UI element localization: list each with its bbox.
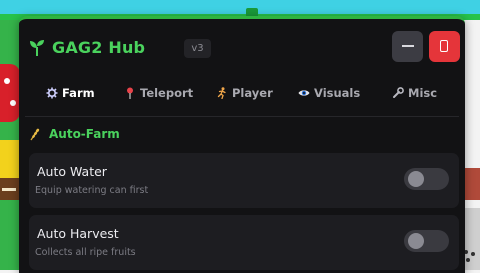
toggle-knob [408,171,424,187]
auto-harvest-toggle[interactable] [404,230,449,252]
hub-window: GAG2 Hub v3 Farm Teleport Player Visuals… [19,16,465,273]
wheat-icon [30,128,40,140]
toggle-knob [408,233,424,249]
minimize-button[interactable] [392,31,423,62]
auto-water-toggle[interactable] [404,168,449,190]
red-object [0,64,20,122]
section-header: Auto-Farm [29,127,120,141]
tab-visuals[interactable]: Visuals [298,77,360,109]
option-label: Auto Harvest [37,226,119,241]
tab-label: Farm [62,86,95,100]
tab-player[interactable]: Player [216,77,273,109]
section-title: Auto-Farm [49,127,120,141]
yellow-object [0,140,20,178]
option-row-auto-water: Auto Water Equip watering can first [29,153,459,208]
option-label: Auto Water [37,164,107,179]
tab-label: Player [232,86,273,100]
wrench-icon [393,87,404,98]
option-description: Collects all ripe fruits [35,247,136,258]
tab-farm[interactable]: Farm [46,77,95,109]
tab-label: Misc [408,86,438,100]
close-button[interactable] [429,31,460,62]
tab-misc[interactable]: Misc [392,77,437,109]
tab-divider [25,116,459,117]
tab-label: Teleport [140,86,194,100]
pin-icon [127,87,133,99]
version-badge: v3 [184,39,211,58]
eye-icon [298,90,310,96]
sprout-icon [30,40,44,56]
option-description: Equip watering can first [35,185,149,196]
window-header[interactable]: GAG2 Hub v3 [19,19,465,74]
window-title: GAG2 Hub [52,38,146,57]
tab-teleport[interactable]: Teleport [124,77,193,109]
running-person-icon [217,87,226,99]
close-icon [440,40,448,52]
tab-label: Visuals [314,86,361,100]
brown-object [0,178,20,200]
gear-icon [46,87,58,99]
option-row-auto-harvest: Auto Harvest Collects all ripe fruits [29,215,459,270]
tab-bar: Farm Teleport Player Visuals Misc [19,77,465,109]
